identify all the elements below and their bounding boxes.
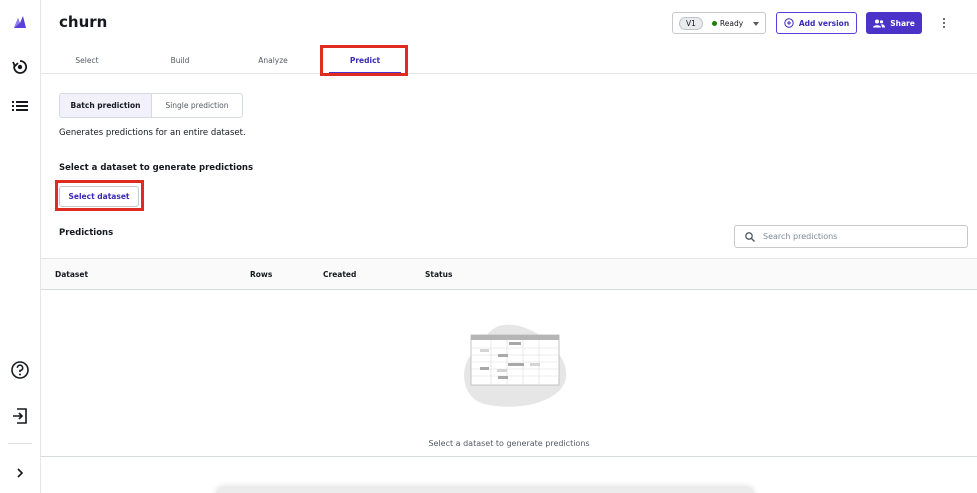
predictions-empty-state: Select a dataset to generate predictions [41, 290, 977, 457]
tab-bar: Select Build Analyze Predict [41, 46, 977, 74]
column-header-status[interactable]: Status [425, 270, 452, 279]
tab-analyze[interactable]: Analyze [245, 46, 301, 74]
add-version-button[interactable]: Add version [776, 12, 857, 34]
empty-state-message: Select a dataset to generate predictions [428, 439, 590, 448]
prediction-description: Generates predictions for an entire data… [59, 128, 246, 138]
select-dataset-highlight [55, 180, 144, 211]
canvas-logo-icon[interactable] [9, 11, 31, 33]
tab-build[interactable]: Build [152, 46, 208, 74]
search-input[interactable] [763, 232, 953, 241]
more-options-icon[interactable] [937, 12, 951, 34]
version-select[interactable]: V1 Ready [672, 12, 766, 34]
predict-tab-highlight [320, 45, 408, 76]
sign-out-icon[interactable] [9, 405, 31, 427]
predictions-table-header: Dataset Rows Created Status [41, 258, 977, 290]
column-header-created[interactable]: Created [323, 270, 356, 279]
caret-down-icon [753, 22, 759, 26]
left-nav-rail [0, 0, 41, 493]
search-icon [745, 231, 755, 242]
search-predictions [734, 225, 968, 248]
plus-circle-icon [784, 18, 794, 28]
batch-prediction-option[interactable]: Batch prediction [60, 94, 152, 117]
bottom-panel-edge [215, 488, 755, 493]
version-badge: V1 [679, 16, 703, 30]
model-icon[interactable] [9, 56, 31, 78]
list-icon[interactable] [9, 95, 31, 117]
add-version-label: Add version [798, 18, 850, 28]
rail-divider [8, 443, 32, 444]
tab-select[interactable]: Select [59, 46, 115, 74]
column-header-rows[interactable]: Rows [250, 270, 272, 279]
predictions-title: Predictions [59, 228, 114, 238]
page-title: churn [59, 13, 108, 31]
help-icon[interactable] [9, 359, 31, 381]
expand-icon[interactable] [9, 462, 31, 484]
dataset-heading: Select a dataset to generate predictions [59, 163, 254, 173]
status-dot-icon [711, 20, 717, 26]
page-header: churn V1 Ready Add version Share [41, 0, 977, 46]
share-button[interactable]: Share [866, 12, 922, 34]
column-header-dataset[interactable]: Dataset [55, 270, 88, 279]
share-label: Share [890, 18, 915, 28]
users-icon [873, 19, 886, 27]
single-prediction-option[interactable]: Single prediction [152, 94, 242, 117]
version-status: Ready [719, 18, 744, 28]
empty-table-illustration [464, 324, 567, 407]
prediction-mode-toggle: Batch prediction Single prediction [59, 93, 243, 118]
